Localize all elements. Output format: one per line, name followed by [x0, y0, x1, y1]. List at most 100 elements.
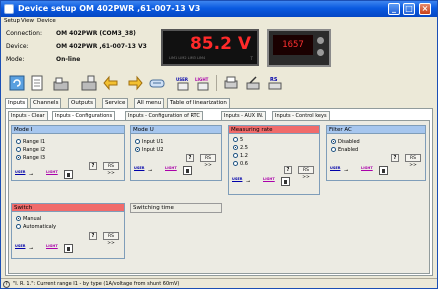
limit-leds: LIM1 LIM2 LIM3 LIM4: [169, 56, 206, 60]
rs-button[interactable]: RS >>: [405, 154, 421, 168]
radio-switch-automatic[interactable]: Automaticaly: [16, 224, 56, 230]
lock-icon[interactable]: [64, 244, 73, 253]
group-title: Switching time: [131, 204, 221, 212]
rs-button[interactable]: RS >>: [103, 162, 119, 176]
help-button[interactable]: ?: [89, 232, 97, 240]
help-button[interactable]: ?: [391, 154, 399, 162]
radio-icon: [331, 147, 336, 152]
help-button[interactable]: ?: [186, 154, 194, 162]
device-image: 1657: [267, 29, 331, 67]
tab-panel: Inputs - Clear Inputs - Configurations I…: [5, 108, 433, 276]
radio-range-i3[interactable]: Range I3: [16, 155, 45, 161]
radio-icon: [233, 161, 238, 166]
connection-value: OM 402PWR (COM3_38): [56, 30, 136, 37]
refresh-icon[interactable]: [9, 75, 25, 91]
key-icon: ⊸: [148, 168, 153, 174]
group-title: Mode I: [12, 126, 124, 134]
arrow-right-icon[interactable]: [127, 75, 143, 91]
light-access-icon[interactable]: LIGHT: [195, 75, 211, 91]
radio-filter-disabled[interactable]: Disabled: [331, 139, 360, 145]
measurement-display: 85.2 V LIM1 LIM2 LIM3 LIM4 T: [161, 29, 259, 66]
menu-view[interactable]: View: [21, 18, 34, 24]
tab-outputs[interactable]: Outputs: [68, 98, 96, 108]
device-label: Device:: [6, 43, 29, 50]
print-icon[interactable]: [223, 75, 239, 91]
radio-icon: [233, 153, 238, 158]
radio-rate-1-2[interactable]: 1.2: [233, 153, 248, 159]
mode-value: On-line: [56, 56, 81, 63]
app-icon: [4, 4, 14, 14]
device-image-display: 1657: [273, 35, 313, 55]
device-save-icon[interactable]: [81, 75, 97, 91]
group-mode-i: Mode I Range I1 Range I2 Range I3 ? RS >…: [11, 125, 125, 181]
radio-switch-manual[interactable]: Manual: [16, 216, 41, 222]
rs-button[interactable]: RS >>: [200, 154, 216, 168]
toolbar-separator: [216, 75, 217, 91]
light-label: LIGHT: [46, 170, 58, 174]
window-title: Device setup OM 402PWR ,61-007-13 V3: [18, 4, 201, 13]
rs-button[interactable]: RS >>: [298, 166, 314, 180]
svg-text:LIGHT: LIGHT: [195, 77, 209, 82]
subtab-rtc[interactable]: Inputs - Configuration of RTC: [125, 111, 203, 120]
document-icon[interactable]: [29, 75, 45, 91]
radio-rate-0-6[interactable]: 0.6: [233, 161, 248, 167]
radio-rate-5[interactable]: 5: [233, 137, 243, 143]
menu-setup[interactable]: Setup: [4, 18, 20, 24]
light-label: LIGHT: [263, 177, 275, 181]
app-window: Device setup OM 402PWR ,61-007-13 V3 _ □…: [0, 0, 438, 289]
display-t: T: [250, 56, 253, 61]
user-access-icon[interactable]: USER: [175, 75, 191, 91]
svg-text:RS: RS: [270, 77, 278, 83]
toolbar: USER LIGHT RS: [1, 72, 437, 94]
configuration-area: Mode I Range I1 Range I2 Range I3 ? RS >…: [8, 120, 430, 274]
key-icon: ⊸: [344, 168, 349, 174]
group-title: Filter AC: [327, 126, 425, 134]
transfer-icon[interactable]: [149, 75, 165, 91]
lock-icon[interactable]: [281, 177, 290, 186]
radio-icon: [16, 147, 21, 152]
radio-input-u2[interactable]: Input U2: [135, 147, 163, 153]
lock-icon[interactable]: [183, 166, 192, 175]
lock-icon[interactable]: [64, 170, 73, 179]
subtab-clear[interactable]: Inputs - Clear: [8, 111, 48, 120]
tab-all-menu[interactable]: All menu: [134, 98, 165, 108]
maximize-button[interactable]: □: [403, 3, 415, 15]
close-button[interactable]: ×: [419, 3, 431, 15]
subtab-aux-in[interactable]: Inputs - AUX IN.: [221, 111, 267, 120]
radio-range-i2[interactable]: Range I2: [16, 147, 45, 153]
rs-button[interactable]: RS >>: [103, 232, 119, 246]
radio-rate-2-5[interactable]: 2.5: [233, 145, 248, 151]
user-label: USER: [15, 244, 26, 248]
radio-selected-icon: [16, 216, 21, 221]
arrow-left-icon[interactable]: [103, 75, 119, 91]
group-filter-ac: Filter AC Disabled Enabled ? RS >> USER …: [326, 125, 426, 181]
tab-channels[interactable]: Channels: [30, 98, 62, 108]
rs-connection-icon[interactable]: RS: [267, 75, 283, 91]
help-button[interactable]: ?: [89, 162, 97, 170]
menu-device[interactable]: Device: [37, 18, 56, 24]
user-label: USER: [232, 177, 243, 181]
tab-service[interactable]: Service: [102, 98, 129, 108]
user-label: USER: [15, 170, 26, 174]
device-load-icon[interactable]: [53, 75, 69, 91]
radio-filter-enabled[interactable]: Enabled: [331, 147, 358, 153]
tab-linearization[interactable]: Table of linearization: [167, 98, 230, 108]
radio-icon: [135, 139, 140, 144]
radio-icon: [16, 224, 21, 229]
menu-bar: Setup View Device: [1, 17, 437, 26]
subtab-control-keys[interactable]: Inputs - Control keys: [272, 111, 330, 120]
help-button[interactable]: ?: [284, 166, 292, 174]
group-title: Switch: [12, 204, 124, 212]
group-title: Measuring rate: [229, 126, 319, 134]
light-label: LIGHT: [165, 166, 177, 170]
settings-icon[interactable]: [245, 75, 261, 91]
group-mode-u: Mode U Input U1 Input U2 ? RS >> USER ⊸ …: [130, 125, 222, 181]
mode-label: Mode:: [6, 56, 25, 63]
radio-input-u1[interactable]: Input U1: [135, 139, 163, 145]
group-switching-time: Switching time: [130, 203, 222, 213]
minimize-button[interactable]: _: [388, 3, 400, 15]
device-knob-icon: [317, 49, 324, 56]
key-icon: ⊸: [246, 179, 251, 185]
radio-range-i1[interactable]: Range I1: [16, 139, 45, 145]
lock-icon[interactable]: [379, 166, 388, 175]
